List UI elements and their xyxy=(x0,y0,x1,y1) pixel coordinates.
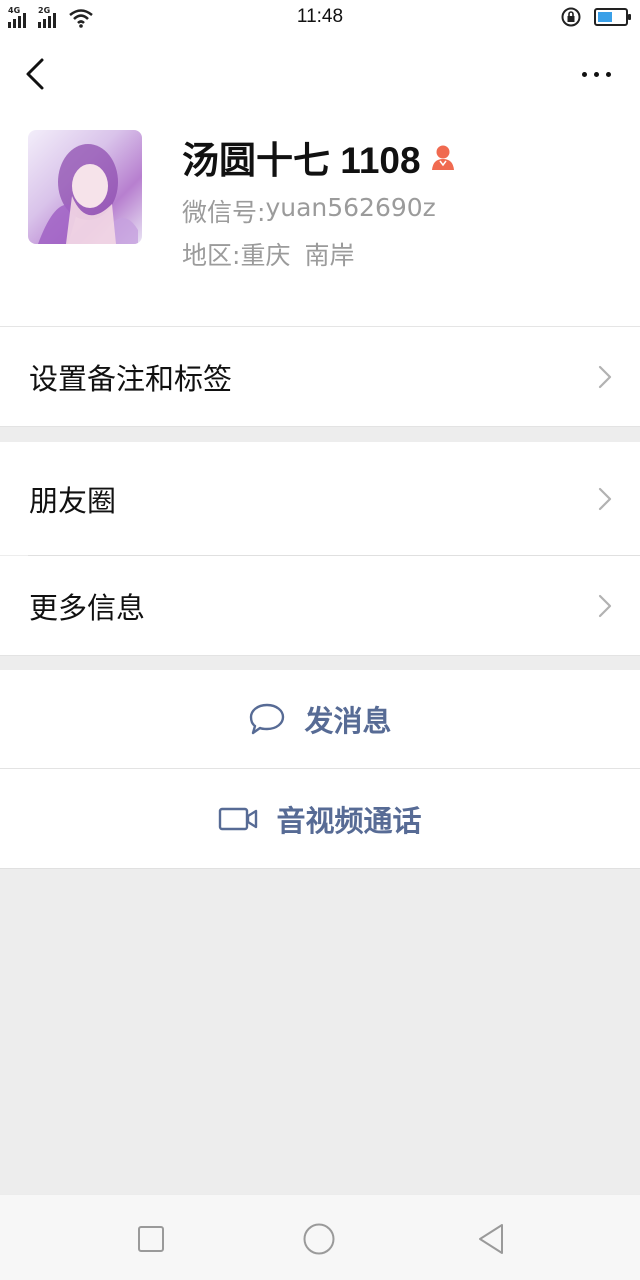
more-dot xyxy=(593,71,599,77)
avatar-image xyxy=(38,144,138,244)
send-message-button[interactable]: 发消息 xyxy=(0,670,640,769)
wechat-id-label: 微信号: xyxy=(182,198,266,227)
region-city: 重庆 xyxy=(240,241,291,270)
status-right xyxy=(560,6,631,28)
back-triangle-icon[interactable] xyxy=(474,1222,508,1256)
remark-and-tags-label: 设置备注和标签 xyxy=(29,361,233,396)
battery-icon xyxy=(594,8,631,26)
status-bar: 4G 2G 11:48 xyxy=(0,0,640,34)
home-icon[interactable] xyxy=(302,1222,336,1256)
more-info-cell[interactable]: 更多信息 xyxy=(0,556,640,656)
region-label: 地区: xyxy=(182,241,241,270)
chevron-right-icon xyxy=(598,594,612,617)
nickname: 汤圆十七 1108 xyxy=(182,132,457,182)
battery-fill xyxy=(598,12,612,22)
moments-label: 朋友圈 xyxy=(29,483,117,518)
region-row: 地区: 重庆 南岸 xyxy=(182,236,354,272)
more-button[interactable] xyxy=(576,62,616,86)
system-navigation-bar xyxy=(0,1194,640,1280)
wechat-id-value: yuan562690z xyxy=(265,193,436,222)
status-time: 11:48 xyxy=(296,6,344,27)
chat-bubble-icon xyxy=(250,703,285,735)
region-district: 南岸 xyxy=(304,241,355,270)
avatar[interactable] xyxy=(28,130,142,244)
more-info-label: 更多信息 xyxy=(29,590,146,625)
video-camera-icon xyxy=(219,807,258,830)
female-icon xyxy=(431,145,454,170)
moments-cell[interactable]: 朋友圈 xyxy=(0,442,640,555)
chevron-left-icon xyxy=(26,58,44,90)
remark-and-tags-cell[interactable]: 设置备注和标签 xyxy=(0,326,640,427)
video-call-label: 音视频通话 xyxy=(276,803,422,838)
more-dot xyxy=(605,71,611,77)
recent-apps-icon[interactable] xyxy=(134,1222,168,1256)
nickname-text: 汤圆十七 1108 xyxy=(182,140,421,181)
more-dots-icon xyxy=(581,71,587,77)
rotation-lock-icon xyxy=(561,7,581,27)
send-message-label: 发消息 xyxy=(304,704,392,738)
back-button[interactable] xyxy=(16,52,56,96)
video-call-button[interactable]: 音视频通话 xyxy=(0,769,640,869)
chevron-right-icon xyxy=(598,365,612,388)
chevron-right-icon xyxy=(598,487,612,510)
wechat-id-row: 微信号: yuan562690z xyxy=(182,193,436,229)
